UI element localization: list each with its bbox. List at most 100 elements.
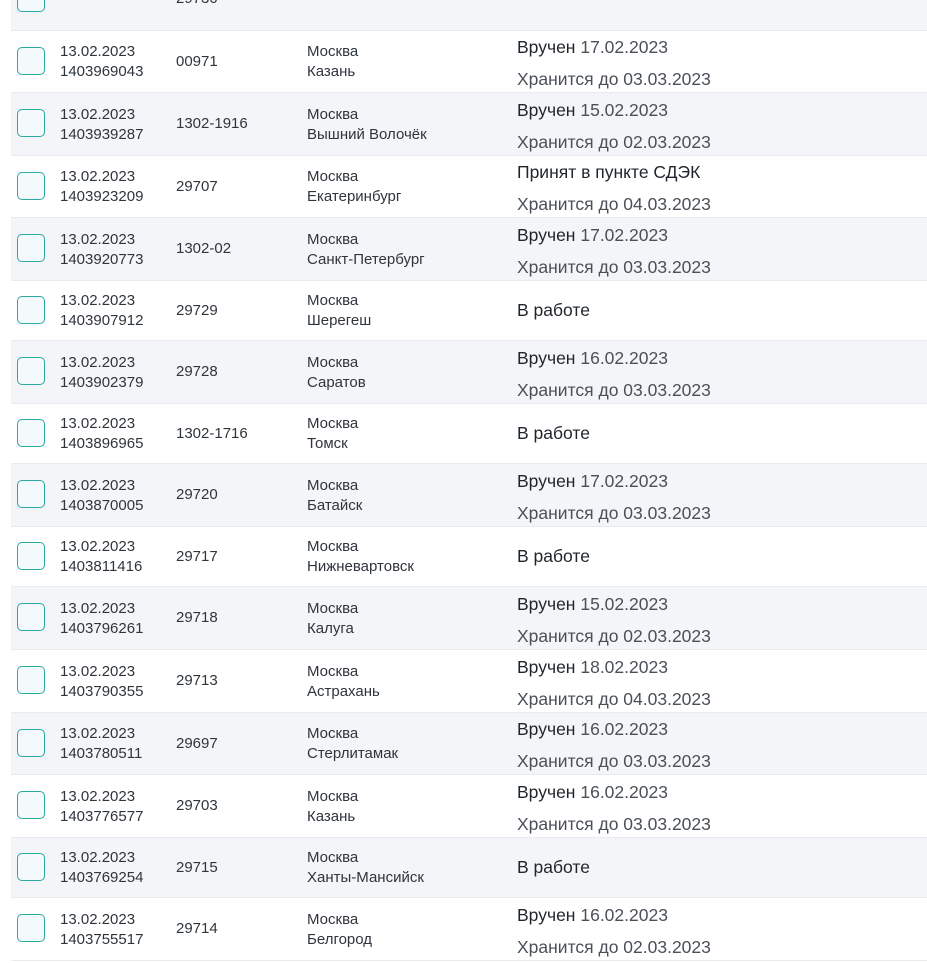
- order-route: Москва Томск: [307, 414, 358, 454]
- row-checkbox[interactable]: [17, 171, 45, 200]
- row-checkbox[interactable]: [17, 603, 45, 631]
- order-reference: 29718: [176, 609, 218, 626]
- order-number[interactable]: 1403939287: [60, 125, 143, 145]
- order-date-number: 13.02.2023 1403902379: [60, 353, 143, 393]
- storage-deadline: Хранится до 03.03.2023: [517, 256, 711, 277]
- order-date: 13.02.2023: [60, 910, 136, 928]
- status-line: Вручен 18.02.2023: [517, 651, 711, 683]
- order-number[interactable]: 1403969043: [60, 62, 143, 82]
- table-row[interactable]: 13.02.2023 1403755517 29714 Москва Белгород В…: [11, 898, 927, 961]
- status-label: Вручен: [517, 593, 576, 614]
- status-label: Вручен: [517, 224, 576, 245]
- order-date: 13.02.2023: [60, 787, 136, 805]
- order-status: Вручен 17.02.2023 Хранится до 03.03.2023: [517, 465, 711, 529]
- row-checkbox[interactable]: [17, 234, 45, 262]
- order-route: Москва Ханты-Мансийск: [307, 848, 424, 888]
- order-number[interactable]: 1403780511: [60, 744, 142, 764]
- order-status: Вручен 17.02.2023 Хранится до 03.03.2023: [517, 219, 711, 283]
- order-reference: 29728: [176, 363, 218, 380]
- status-line: Вручен 16.02.2023: [517, 776, 711, 808]
- order-date: 13.02.2023: [60, 105, 136, 123]
- table-row[interactable]: 13.02.2023 1403907912 29729 Москва Шерегеш В …: [11, 281, 927, 341]
- table-row[interactable]: 13.02.2023 1403969043 00971 Москва Казань Вру…: [11, 31, 927, 93]
- order-reference: 29717: [176, 547, 218, 565]
- table-row[interactable]: 140410608929730Санкт-Петербург Хранится …: [11, 0, 927, 31]
- status-label: В работе: [517, 856, 590, 877]
- status-label: В работе: [517, 422, 590, 443]
- route-to: Шерегеш: [307, 312, 372, 329]
- order-number[interactable]: 1403790355: [60, 682, 143, 702]
- row-checkbox[interactable]: [17, 109, 45, 137]
- table-row[interactable]: 13.02.2023 1403780511 29697 Москва Стерлитам…: [11, 713, 927, 775]
- storage-deadline: Хранится до 04.03.2023: [517, 194, 711, 214]
- order-date-number: 13.02.2023 1403755517: [60, 910, 143, 950]
- order-date-number: 13.02.2023 1403920773: [60, 230, 143, 270]
- table-row[interactable]: 13.02.2023 1403920773 1302-02 Москва Санкт-П…: [11, 218, 927, 281]
- storage-deadline: Хранится до 03.03.2023: [517, 502, 711, 523]
- row-checkbox[interactable]: [17, 852, 45, 881]
- route-to: Батайск: [307, 496, 363, 514]
- route-from: Москва: [307, 353, 359, 371]
- route-from: Москва: [307, 725, 359, 742]
- order-reference: 29729: [176, 301, 218, 319]
- row-checkbox[interactable]: [17, 295, 45, 324]
- order-number[interactable]: 1403902379: [60, 373, 143, 393]
- status-label: Вручен: [517, 99, 576, 120]
- order-number[interactable]: 1403776577: [60, 807, 143, 827]
- order-number[interactable]: 1403755517: [60, 930, 143, 950]
- row-checkbox[interactable]: [17, 728, 45, 757]
- order-date: 13.02.2023: [60, 292, 136, 309]
- table-row[interactable]: 13.02.2023 1403776577 29703 Москва Казань Вру…: [11, 775, 927, 838]
- order-number[interactable]: 1403896965: [60, 434, 143, 454]
- order-number[interactable]: 1403796261: [60, 619, 143, 639]
- route-to: Казань: [307, 63, 356, 80]
- route-to: Санкт-Петербург: [307, 250, 425, 268]
- order-date-number: 13.02.2023 1403769254: [60, 848, 143, 888]
- table-row[interactable]: 13.02.2023 1403769254 29715 Москва Ханты-Ман…: [11, 838, 927, 898]
- row-checkbox[interactable]: [17, 666, 45, 694]
- row-checkbox[interactable]: [17, 418, 45, 447]
- row-checkbox[interactable]: [17, 357, 45, 385]
- table-row[interactable]: 13.02.2023 1403870005 29720 Москва Батайск Вр…: [11, 464, 927, 527]
- order-route: Москва Казань: [307, 787, 358, 827]
- row-checkbox[interactable]: [17, 480, 45, 508]
- route-from: Москва: [307, 787, 359, 805]
- status-label: Вручен: [517, 470, 576, 491]
- order-number[interactable]: 1403870005: [60, 496, 143, 516]
- status-line: В работе: [517, 423, 590, 443]
- row-checkbox[interactable]: [17, 914, 45, 942]
- route-to: Казань: [307, 807, 356, 825]
- orders-table: 140410608929730Санкт-Петербург Хранится …: [11, 0, 927, 961]
- table-row[interactable]: 13.02.2023 1403896965 1302-1716 Москва Томск…: [11, 404, 927, 464]
- route-from: Москва: [307, 230, 359, 248]
- route-from: Москва: [307, 292, 359, 309]
- order-number[interactable]: 1403811416: [60, 557, 142, 577]
- order-status: Вручен 16.02.2023 Хранится до 03.03.2023: [517, 776, 711, 840]
- table-row[interactable]: 13.02.2023 1403790355 29713 Москва Астрахань…: [11, 650, 927, 713]
- order-number[interactable]: 1403769254: [60, 868, 143, 888]
- order-number[interactable]: 1403907912: [60, 311, 143, 331]
- order-date: 13.02.2023: [60, 599, 136, 617]
- route-to: Белгород: [307, 930, 373, 948]
- order-date-number: 13.02.2023 1403939287: [60, 105, 143, 145]
- order-number[interactable]: 1403920773: [60, 250, 143, 270]
- table-row[interactable]: 13.02.2023 1403796261 29718 Москва Калуга Вру…: [11, 587, 927, 650]
- order-reference: 29697: [176, 734, 218, 752]
- row-checkbox[interactable]: [17, 46, 45, 75]
- order-date: 13.02.2023: [60, 353, 136, 371]
- table-row[interactable]: 13.02.2023 1403902379 29728 Москва Саратов Вр…: [11, 341, 927, 404]
- order-route: Москва Батайск: [307, 476, 362, 516]
- table-row[interactable]: 13.02.2023 1403923209 29707 Москва Екатеринб…: [11, 156, 927, 218]
- order-reference: 29730: [176, 0, 218, 9]
- row-checkbox[interactable]: [17, 791, 45, 819]
- table-row[interactable]: 13.02.2023 1403811416 29717 Москва Нижневарт…: [11, 527, 927, 587]
- order-date: 13.02.2023: [60, 168, 136, 185]
- row-checkbox[interactable]: [17, 541, 45, 570]
- status-date: 15.02.2023: [580, 99, 668, 120]
- order-number[interactable]: 1403923209: [60, 187, 143, 207]
- status-date: 16.02.2023: [580, 904, 668, 925]
- row-checkbox[interactable]: [17, 0, 45, 12]
- table-row[interactable]: 13.02.2023 1403939287 1302-1916 Москва Вышни…: [11, 93, 927, 156]
- status-date: 17.02.2023: [580, 470, 668, 491]
- order-date-number: 13.02.2023 1403796261: [60, 599, 143, 639]
